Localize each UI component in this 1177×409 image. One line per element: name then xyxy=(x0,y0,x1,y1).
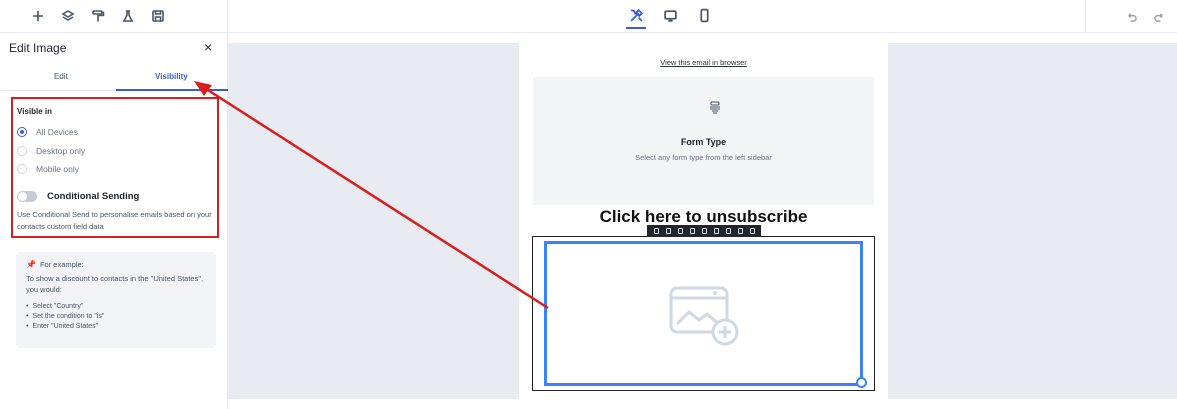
plus-icon[interactable] xyxy=(30,8,46,24)
mobile-icon[interactable] xyxy=(696,7,712,23)
view-in-browser-link[interactable]: View this email in browser xyxy=(519,58,888,67)
option-desktop-only[interactable]: Desktop only xyxy=(17,146,85,156)
flask-icon[interactable] xyxy=(120,8,136,24)
tab-edit[interactable]: Edit xyxy=(54,72,68,81)
close-icon[interactable]: × xyxy=(204,39,212,55)
selected-image-block[interactable] xyxy=(544,241,863,386)
top-toolbar xyxy=(0,0,1177,33)
form-type-subtitle: Select any form type from the left sideb… xyxy=(635,153,772,162)
desktop-icon[interactable] xyxy=(662,7,678,23)
option-label: All Devices xyxy=(36,127,79,137)
panel-title: Edit Image xyxy=(9,41,67,55)
desktop-icon[interactable] xyxy=(713,228,719,234)
visibility-settings-highlight: Visible in All Devices Desktop only Mobi… xyxy=(11,97,219,238)
conditional-sending-toggle[interactable] xyxy=(17,191,37,202)
option-label: Desktop only xyxy=(36,146,86,156)
tools-icon[interactable] xyxy=(626,7,646,29)
option-mobile-only[interactable]: Mobile only xyxy=(17,164,79,174)
toolbar-divider xyxy=(227,0,228,33)
mobile-icon[interactable] xyxy=(701,228,707,234)
example-description: To show a discount to contacts in the "U… xyxy=(26,274,204,294)
conditional-sending-label: Conditional Sending xyxy=(47,191,140,202)
conditional-sending-row: Conditional Sending xyxy=(17,191,139,202)
resize-handle[interactable] xyxy=(856,377,867,388)
layers-icon[interactable] xyxy=(60,8,76,24)
example-steps: Select "Country" Set the condition to "i… xyxy=(26,302,206,332)
option-label: Mobile only xyxy=(36,164,79,174)
arrow-up-icon[interactable] xyxy=(665,228,671,234)
move-icon[interactable] xyxy=(653,228,659,234)
arrow-down-icon[interactable] xyxy=(677,228,683,234)
example-heading: For example: xyxy=(39,260,84,269)
form-type-block[interactable]: Form Type Select any form type from the … xyxy=(533,77,874,205)
canvas-bottom-strip xyxy=(228,399,1177,409)
radio-all-devices[interactable] xyxy=(17,127,27,137)
conditional-sending-description: Use Conditional Send to personalise emai… xyxy=(17,210,212,231)
copy-icon[interactable] xyxy=(689,228,695,234)
undo-icon[interactable] xyxy=(1123,9,1139,25)
list-item: Set the condition to "is" xyxy=(26,312,206,322)
list-item: Enter "United States" xyxy=(26,322,206,332)
radio-desktop-only[interactable] xyxy=(17,146,27,156)
option-all-devices[interactable]: All Devices xyxy=(17,127,78,137)
form-type-title: Form Type xyxy=(680,137,727,147)
unsubscribe-text[interactable]: Click here to unsubscribe xyxy=(519,207,888,227)
left-toolbar-group xyxy=(30,8,166,24)
example-box: 📌 For example: To show a discount to con… xyxy=(16,252,216,348)
visible-in-heading: Visible in xyxy=(17,107,52,116)
view-mode-group xyxy=(626,7,712,29)
tab-visibility[interactable]: Visibility xyxy=(155,72,188,81)
list-item: Select "Country" xyxy=(26,302,206,312)
toolbar-divider-right xyxy=(1085,0,1086,33)
delete-icon[interactable] xyxy=(749,228,755,234)
pin-icon: 📌 xyxy=(26,260,36,269)
paint-roller-icon[interactable] xyxy=(90,8,106,24)
radio-mobile-only[interactable] xyxy=(17,164,27,174)
history-group xyxy=(1123,9,1167,25)
form-icon xyxy=(710,101,720,114)
panel-tabs: Edit Visibility xyxy=(0,63,228,91)
active-tab-indicator xyxy=(116,89,228,91)
save-icon[interactable] xyxy=(737,228,743,234)
example-heading-row: 📌 For example: xyxy=(26,260,206,269)
image-block-toolbar xyxy=(647,225,761,237)
save-icon[interactable] xyxy=(150,8,166,24)
hide-icon[interactable] xyxy=(725,228,731,234)
image-placeholder-icon xyxy=(669,286,739,346)
redo-icon[interactable] xyxy=(1151,9,1167,25)
